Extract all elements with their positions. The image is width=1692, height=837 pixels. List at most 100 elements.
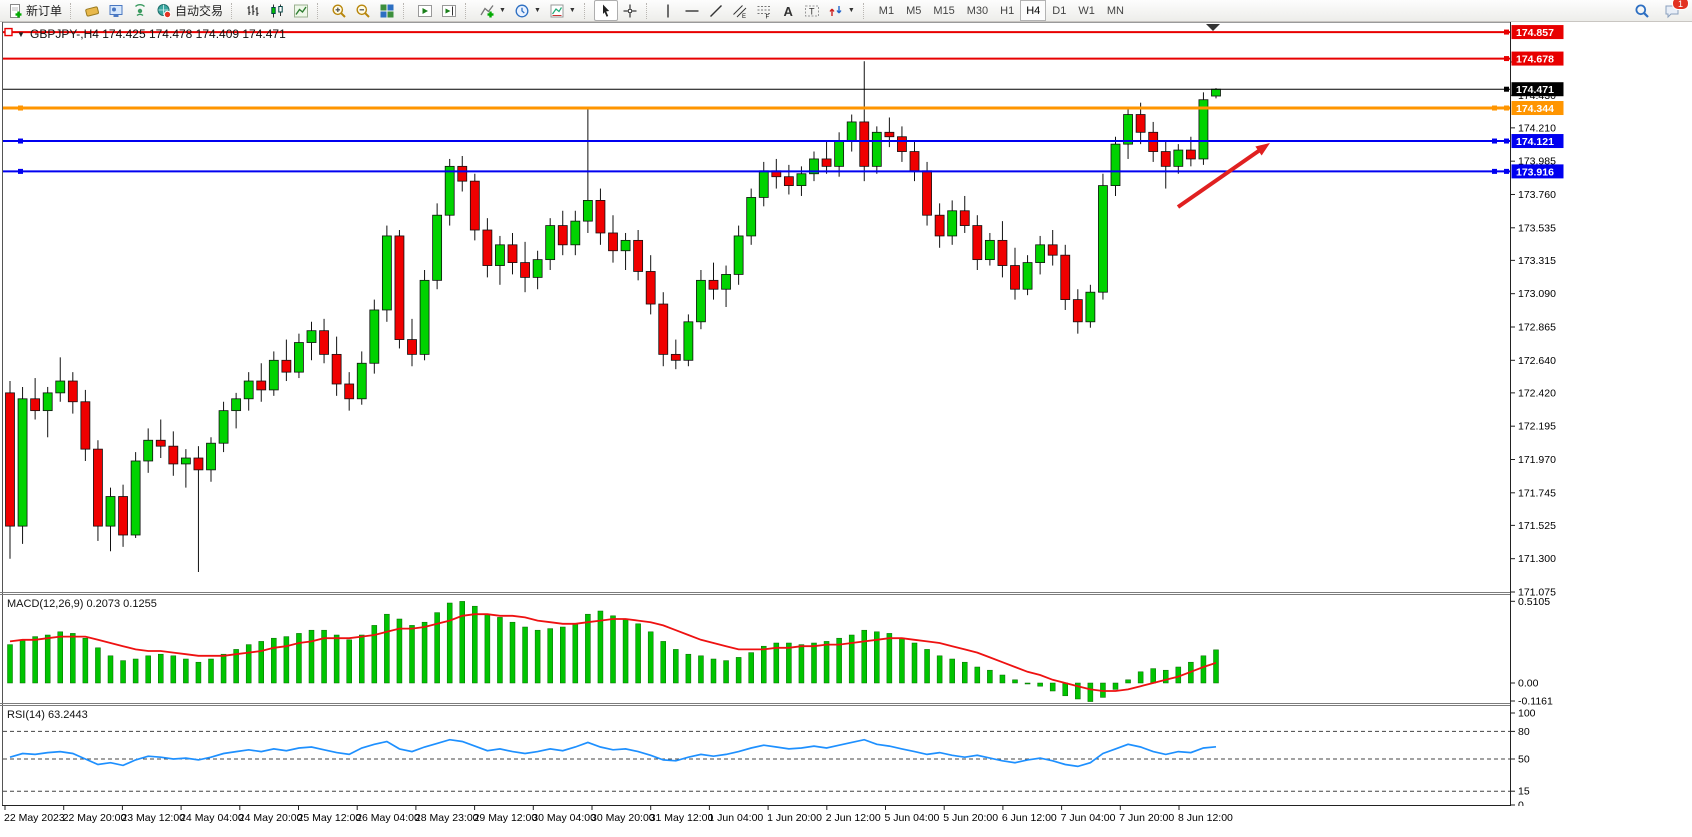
macd-histogram-bar xyxy=(1013,680,1018,683)
bull-candle xyxy=(948,211,957,236)
macd-histogram-bar xyxy=(196,662,201,683)
line-anchor-handle[interactable] xyxy=(1492,169,1497,174)
chart-shift-button[interactable] xyxy=(437,0,461,21)
fibonacci-button[interactable]: F xyxy=(752,0,776,21)
vline-button[interactable] xyxy=(656,0,680,21)
bear-candle xyxy=(860,122,869,166)
bear-candle xyxy=(408,340,417,355)
terminal-button[interactable] xyxy=(104,0,128,21)
line-anchor-handle[interactable] xyxy=(1492,139,1497,144)
trendline-button[interactable] xyxy=(704,0,728,21)
line-anchor-handle[interactable] xyxy=(18,139,23,144)
bull-candle xyxy=(533,260,542,278)
chart-window[interactable]: 174.655174.430174.210173.985173.760173.5… xyxy=(0,22,1692,837)
label-icon: T xyxy=(804,3,820,19)
price-tag-label: 174.121 xyxy=(1516,136,1554,148)
cursor-icon xyxy=(598,3,614,19)
line-anchor-handle[interactable] xyxy=(18,169,23,174)
search-button[interactable] xyxy=(1630,0,1654,21)
timeframe-m15-button[interactable]: M15 xyxy=(927,0,960,21)
fibonacci-icon: F xyxy=(756,3,772,19)
bull-candle xyxy=(232,399,241,411)
line-anchor-handle[interactable] xyxy=(5,29,12,36)
timeframe-d1-button[interactable]: D1 xyxy=(1046,0,1072,21)
bar-chart-button[interactable] xyxy=(241,0,265,21)
macd-histogram-bar xyxy=(422,622,427,683)
toolbar-separator xyxy=(403,3,410,19)
bull-candle xyxy=(696,280,705,321)
arrows-button[interactable]: ▼ xyxy=(824,0,859,21)
bear-candle xyxy=(81,402,90,449)
autotrading-button-label: 自动交易 xyxy=(175,2,223,19)
label-button[interactable]: T xyxy=(800,0,824,21)
timeframe-mn-button[interactable]: MN xyxy=(1101,0,1130,21)
templates-button[interactable]: ▼ xyxy=(545,0,580,21)
line-chart-button[interactable] xyxy=(289,0,313,21)
macd-histogram-bar xyxy=(309,630,314,683)
macd-histogram-bar xyxy=(1038,683,1043,686)
dropdown-caret-icon[interactable]: ▼ xyxy=(499,7,506,14)
zoom-in-button[interactable] xyxy=(327,0,351,21)
bar-chart-icon xyxy=(245,3,261,19)
crosshair-button[interactable] xyxy=(618,0,642,21)
svg-text:A: A xyxy=(783,4,793,19)
bull-candle xyxy=(759,171,768,198)
macd-histogram-bar xyxy=(271,638,276,683)
price-axis[interactable]: 174.655174.430174.210173.985173.760173.5… xyxy=(1504,22,1692,812)
bull-candle xyxy=(571,221,580,245)
timeframe-h1-button[interactable]: H1 xyxy=(994,0,1020,21)
time-label: 6 Jun 12:00 xyxy=(1002,812,1057,824)
timeframe-m5-button[interactable]: M5 xyxy=(900,0,927,21)
macd-histogram-bar xyxy=(648,632,653,683)
timeframe-m30-button[interactable]: M30 xyxy=(961,0,994,21)
bull-candle xyxy=(847,122,856,141)
chart-menu-triangle-icon[interactable]: ▼ xyxy=(17,30,25,39)
timeframe-w1-button[interactable]: W1 xyxy=(1072,0,1101,21)
timeframe-h4-button[interactable]: H4 xyxy=(1020,0,1046,21)
dropdown-caret-icon[interactable]: ▼ xyxy=(848,7,855,14)
periods-button[interactable]: ▼ xyxy=(510,0,545,21)
bull-candle xyxy=(43,393,52,411)
dropdown-caret-icon[interactable]: ▼ xyxy=(534,7,541,14)
timeframe-m1-button[interactable]: M1 xyxy=(873,0,900,21)
bear-candle xyxy=(1011,266,1020,290)
zoom-out-button[interactable] xyxy=(351,0,375,21)
macd-histogram-bar xyxy=(209,659,214,683)
line-anchor-handle[interactable] xyxy=(18,106,23,111)
autotrading-button[interactable]: 自动交易 xyxy=(152,0,227,21)
new-order-button[interactable]: 新订单 xyxy=(3,0,66,21)
signals-button[interactable] xyxy=(128,0,152,21)
candlestick-button[interactable] xyxy=(265,0,289,21)
toolbar-separator xyxy=(70,3,77,19)
bull-candle xyxy=(382,236,391,310)
templates-icon xyxy=(549,3,565,19)
indicators-button[interactable]: ▼ xyxy=(475,0,510,21)
bull-candle xyxy=(1111,144,1120,185)
time-axis[interactable]: 22 May 202322 May 20:0023 May 12:0024 Ma… xyxy=(0,805,1692,836)
auto-scroll-button[interactable] xyxy=(413,0,437,21)
bear-candle xyxy=(68,381,77,402)
bull-candle xyxy=(734,236,743,274)
bear-candle xyxy=(282,360,291,372)
bull-candle xyxy=(181,458,190,464)
macd-tick-label: -0.1161 xyxy=(1518,696,1553,708)
bull-candle xyxy=(583,200,592,221)
channel-button[interactable]: E xyxy=(728,0,752,21)
gold-button[interactable] xyxy=(80,0,104,21)
bear-candle xyxy=(609,233,618,251)
tile-windows-button[interactable] xyxy=(375,0,399,21)
new-order-icon xyxy=(7,3,23,19)
bull-candle xyxy=(985,240,994,259)
dropdown-caret-icon[interactable]: ▼ xyxy=(569,7,576,14)
bear-candle xyxy=(822,159,831,166)
text-button[interactable]: A xyxy=(776,0,800,21)
hline-button[interactable] xyxy=(680,0,704,21)
bear-candle xyxy=(156,440,165,446)
chat-button[interactable]: 1 xyxy=(1660,0,1684,21)
macd-histogram-bar xyxy=(1126,680,1131,683)
macd-histogram-bar xyxy=(1050,683,1055,691)
line-anchor-handle[interactable] xyxy=(1492,106,1497,111)
bull-candle xyxy=(18,399,27,526)
macd-histogram-bar xyxy=(246,645,251,683)
cursor-button[interactable] xyxy=(594,0,618,21)
